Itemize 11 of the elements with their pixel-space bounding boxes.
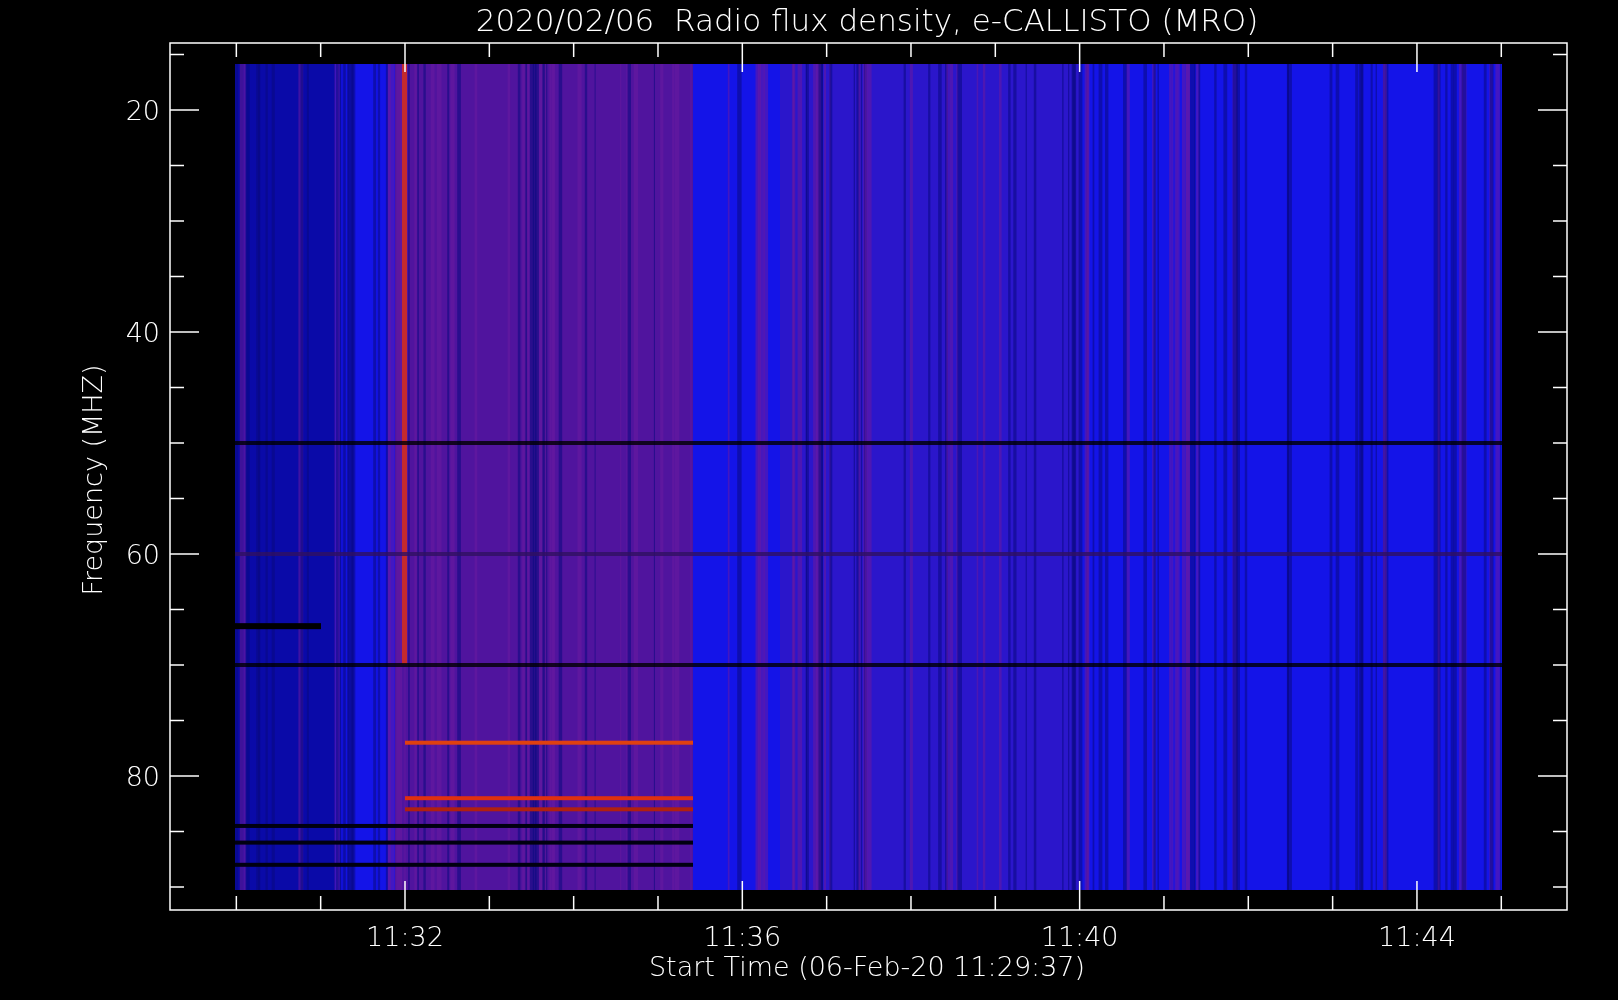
x-axis-title: Start Time (06-Feb-20 11:29:37)	[648, 951, 1086, 982]
y-tick-label: 20	[125, 95, 160, 126]
chart-title: 2020/02/06 Radio flux density, e-CALLISTO (MRO)	[475, 2, 1259, 38]
x-tick-label: 11:44	[1378, 921, 1456, 952]
y-tick-label: 60	[125, 539, 160, 570]
x-tick-label: 11:36	[703, 921, 782, 952]
y-tick-label: 40	[125, 317, 160, 348]
x-tick-label: 11:32	[366, 921, 444, 952]
x-tick-label: 11:40	[1040, 921, 1119, 952]
y-tick-label: 80	[125, 761, 160, 792]
y-axis-title: Frequency (MHZ)	[77, 364, 108, 596]
